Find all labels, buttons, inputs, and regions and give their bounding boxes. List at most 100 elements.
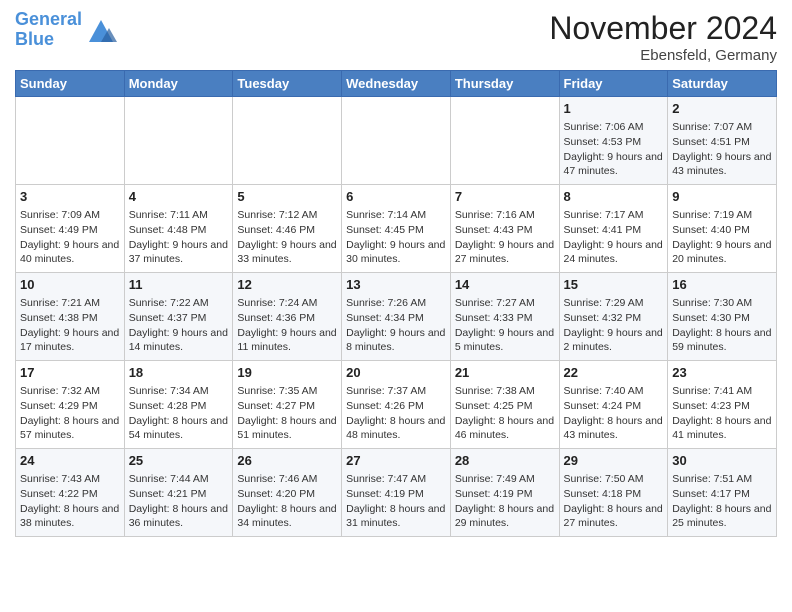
calendar-cell: 4Sunrise: 7:11 AMSunset: 4:48 PMDaylight… xyxy=(124,185,233,273)
day-info: Sunrise: 7:34 AM xyxy=(129,384,229,399)
calendar-cell: 28Sunrise: 7:49 AMSunset: 4:19 PMDayligh… xyxy=(450,449,559,537)
day-info: Sunrise: 7:12 AM xyxy=(237,208,337,223)
day-info: Sunrise: 7:38 AM xyxy=(455,384,555,399)
day-info: Sunrise: 7:19 AM xyxy=(672,208,772,223)
calendar-cell xyxy=(450,97,559,185)
day-number: 18 xyxy=(129,364,229,382)
day-info: Sunset: 4:34 PM xyxy=(346,311,446,326)
day-number: 10 xyxy=(20,276,120,294)
day-info: Sunrise: 7:07 AM xyxy=(672,120,772,135)
day-info: Daylight: 8 hours and 29 minutes. xyxy=(455,502,555,531)
day-info: Sunrise: 7:43 AM xyxy=(20,472,120,487)
day-info: Daylight: 9 hours and 33 minutes. xyxy=(237,238,337,267)
day-info: Sunrise: 7:40 AM xyxy=(564,384,664,399)
calendar-cell: 15Sunrise: 7:29 AMSunset: 4:32 PMDayligh… xyxy=(559,273,668,361)
day-header-monday: Monday xyxy=(124,71,233,97)
day-info: Sunset: 4:21 PM xyxy=(129,487,229,502)
day-info: Sunset: 4:33 PM xyxy=(455,311,555,326)
calendar-cell: 19 Sunrise: 7:35 AMSunset: 4:27 PMDayligh… xyxy=(233,361,342,449)
day-info: Daylight: 8 hours and 51 minutes. xyxy=(237,414,337,443)
calendar-cell: 2Sunrise: 7:07 AMSunset: 4:51 PMDaylight… xyxy=(668,97,777,185)
calendar-row-3: 10Sunrise: 7:21 AMSunset: 4:38 PMDayligh… xyxy=(16,273,777,361)
day-number: 25 xyxy=(129,452,229,470)
day-header-friday: Friday xyxy=(559,71,668,97)
calendar-cell xyxy=(233,97,342,185)
day-number: 6 xyxy=(346,188,446,206)
day-info: Sunset: 4:45 PM xyxy=(346,223,446,238)
day-info: Sunset: 4:17 PM xyxy=(672,487,772,502)
calendar-cell: 16Sunrise: 7:30 AMSunset: 4:30 PMDayligh… xyxy=(668,273,777,361)
day-info: Daylight: 9 hours and 14 minutes. xyxy=(129,326,229,355)
calendar-cell: 14Sunrise: 7:27 AMSunset: 4:33 PMDayligh… xyxy=(450,273,559,361)
day-info: Sunset: 4:23 PM xyxy=(672,399,772,414)
day-info: Daylight: 8 hours and 27 minutes. xyxy=(564,502,664,531)
calendar-cell: 3Sunrise: 7:09 AMSunset: 4:49 PMDaylight… xyxy=(16,185,125,273)
day-info: Daylight: 9 hours and 43 minutes. xyxy=(672,150,772,179)
day-number: 24 xyxy=(20,452,120,470)
day-number: 13 xyxy=(346,276,446,294)
calendar-cell: 20Sunrise: 7:37 AMSunset: 4:26 PMDayligh… xyxy=(342,361,451,449)
calendar-cell: 23Sunrise: 7:41 AMSunset: 4:23 PMDayligh… xyxy=(668,361,777,449)
day-info: Sunrise: 7:35 AM xyxy=(237,384,337,399)
title-section: November 2024 Ebensfeld, Germany xyxy=(549,10,777,64)
day-info: Sunrise: 7:17 AM xyxy=(564,208,664,223)
day-header-wednesday: Wednesday xyxy=(342,71,451,97)
day-info: Sunrise: 7:09 AM xyxy=(20,208,120,223)
calendar-cell: 29Sunrise: 7:50 AMSunset: 4:18 PMDayligh… xyxy=(559,449,668,537)
day-number: 17 xyxy=(20,364,120,382)
calendar-cell: 13Sunrise: 7:26 AMSunset: 4:34 PMDayligh… xyxy=(342,273,451,361)
calendar-cell xyxy=(124,97,233,185)
day-info: Daylight: 9 hours and 40 minutes. xyxy=(20,238,120,267)
day-info: Daylight: 8 hours and 36 minutes. xyxy=(129,502,229,531)
day-number: 16 xyxy=(672,276,772,294)
day-info: Sunrise: 7:21 AM xyxy=(20,296,120,311)
logo-general: General xyxy=(15,9,82,29)
day-info: Sunset: 4:43 PM xyxy=(455,223,555,238)
day-number: 9 xyxy=(672,188,772,206)
day-info: Sunrise: 7:47 AM xyxy=(346,472,446,487)
day-info: Sunset: 4:24 PM xyxy=(564,399,664,414)
day-number: 20 xyxy=(346,364,446,382)
header-row: SundayMondayTuesdayWednesdayThursdayFrid… xyxy=(16,71,777,97)
calendar-cell: 27Sunrise: 7:47 AMSunset: 4:19 PMDayligh… xyxy=(342,449,451,537)
day-info: Sunset: 4:30 PM xyxy=(672,311,772,326)
header: General Blue November 2024 Ebensfeld, Ge… xyxy=(15,10,777,64)
day-info: Daylight: 8 hours and 31 minutes. xyxy=(346,502,446,531)
day-info: Sunset: 4:46 PM xyxy=(237,223,337,238)
day-info: Sunset: 4:28 PM xyxy=(129,399,229,414)
calendar-cell: 26Sunrise: 7:46 AMSunset: 4:20 PMDayligh… xyxy=(233,449,342,537)
day-number: 19 xyxy=(237,364,337,382)
calendar-cell xyxy=(342,97,451,185)
day-info: Sunset: 4:37 PM xyxy=(129,311,229,326)
calendar-cell: 18Sunrise: 7:34 AMSunset: 4:28 PMDayligh… xyxy=(124,361,233,449)
month-year-title: November 2024 xyxy=(549,10,777,47)
day-info: Daylight: 9 hours and 20 minutes. xyxy=(672,238,772,267)
day-info: Sunset: 4:48 PM xyxy=(129,223,229,238)
day-number: 12 xyxy=(237,276,337,294)
day-info: Sunrise: 7:46 AM xyxy=(237,472,337,487)
calendar-cell: 11Sunrise: 7:22 AMSunset: 4:37 PMDayligh… xyxy=(124,273,233,361)
day-header-tuesday: Tuesday xyxy=(233,71,342,97)
day-number: 28 xyxy=(455,452,555,470)
day-info: Daylight: 8 hours and 48 minutes. xyxy=(346,414,446,443)
calendar-cell: 5Sunrise: 7:12 AMSunset: 4:46 PMDaylight… xyxy=(233,185,342,273)
day-info: Daylight: 8 hours and 57 minutes. xyxy=(20,414,120,443)
day-number: 23 xyxy=(672,364,772,382)
day-number: 26 xyxy=(237,452,337,470)
day-info: Sunset: 4:36 PM xyxy=(237,311,337,326)
calendar-row-4: 17Sunrise: 7:32 AMSunset: 4:29 PMDayligh… xyxy=(16,361,777,449)
day-number: 7 xyxy=(455,188,555,206)
day-info: Sunset: 4:53 PM xyxy=(564,135,664,150)
day-info: Sunrise: 7:06 AM xyxy=(564,120,664,135)
day-info: Sunset: 4:27 PM xyxy=(237,399,337,414)
calendar-cell xyxy=(16,97,125,185)
calendar-cell: 8Sunrise: 7:17 AMSunset: 4:41 PMDaylight… xyxy=(559,185,668,273)
calendar-row-2: 3Sunrise: 7:09 AMSunset: 4:49 PMDaylight… xyxy=(16,185,777,273)
day-info: Daylight: 8 hours and 41 minutes. xyxy=(672,414,772,443)
calendar-cell: 10Sunrise: 7:21 AMSunset: 4:38 PMDayligh… xyxy=(16,273,125,361)
calendar-cell: 25Sunrise: 7:44 AMSunset: 4:21 PMDayligh… xyxy=(124,449,233,537)
day-info: Sunrise: 7:22 AM xyxy=(129,296,229,311)
day-info: Daylight: 8 hours and 43 minutes. xyxy=(564,414,664,443)
calendar-cell: 24Sunrise: 7:43 AMSunset: 4:22 PMDayligh… xyxy=(16,449,125,537)
day-info: Sunset: 4:29 PM xyxy=(20,399,120,414)
